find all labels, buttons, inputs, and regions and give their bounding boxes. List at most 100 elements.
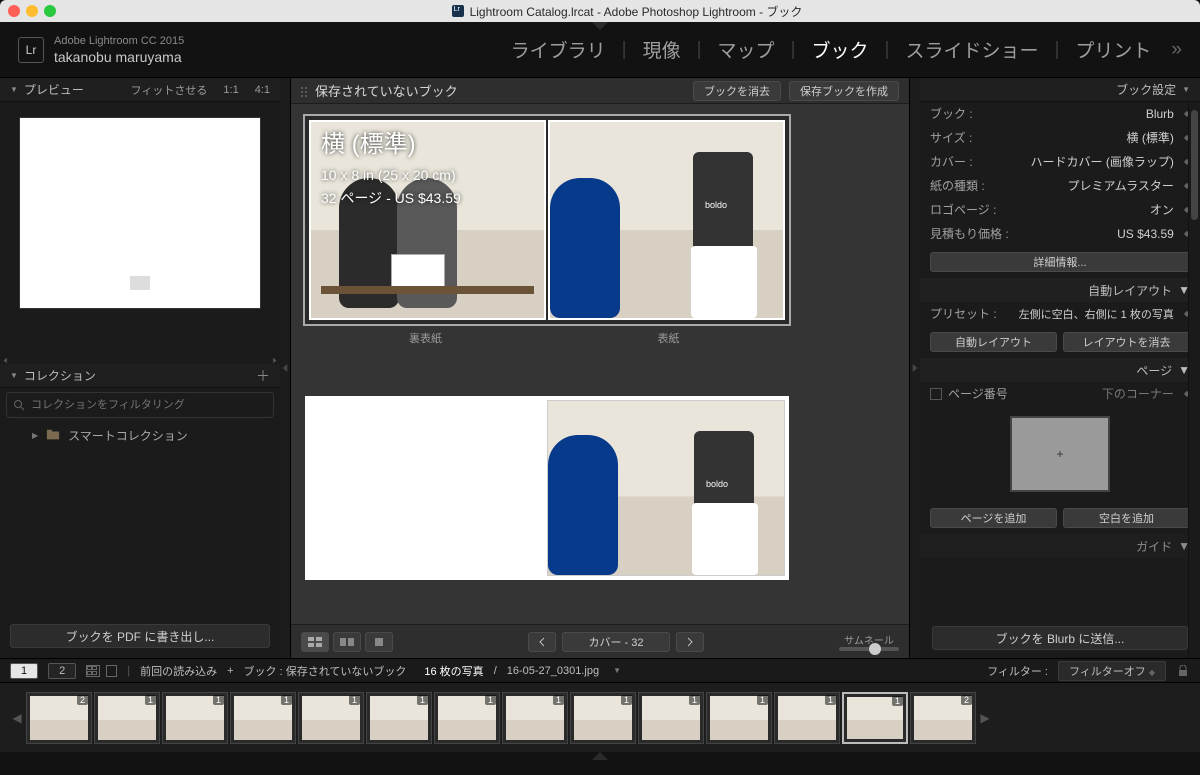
clear-book-button[interactable]: ブックを消去 (693, 81, 781, 101)
single-icon[interactable] (106, 665, 117, 677)
module-overflow-icon[interactable]: » (1171, 39, 1182, 61)
filmstrip-thumb[interactable]: 1 (774, 692, 840, 744)
filmstrip-thumb[interactable]: 1 (706, 692, 772, 744)
filter-dropdown[interactable]: フィルターオフ ◆ (1058, 661, 1166, 681)
bottom-panel-grip-icon[interactable] (0, 752, 1200, 762)
page-blank[interactable] (309, 400, 545, 576)
filmstrip-thumb[interactable]: 1 (570, 692, 636, 744)
filmstrip-prev[interactable]: ◀ (10, 693, 24, 743)
book-logo-dropdown[interactable]: ロゴページ :オン◆ (920, 198, 1200, 222)
right-panel: ブック設定 ▼ ブック :Blurb◆ サイズ :横 (標準)◆ カバー :ハー… (920, 78, 1200, 658)
page-number-row[interactable]: ページ番号 下のコーナー◆ (920, 382, 1200, 406)
details-button[interactable]: 詳細情報... (930, 252, 1190, 272)
lock-icon[interactable] (1176, 665, 1190, 677)
right-panel-grip[interactable] (910, 78, 920, 658)
filmstrip-thumb[interactable]: 1 (230, 692, 296, 744)
page-photo[interactable] (547, 400, 785, 576)
unsaved-book-label: 保存されていないブック (315, 81, 458, 100)
save-book-button[interactable]: 保存ブックを作成 (789, 81, 899, 101)
overlay-title: 横 (標準) (321, 126, 461, 164)
page-section-title: ページ (1136, 362, 1172, 379)
module-picker: ライブラリ | 現像 | マップ | ブック | スライドショー | プリント … (511, 36, 1182, 63)
cover-spread[interactable]: 横 (標準) 10 x 8 in (25 x 20 cm) 32 ページ - U… (305, 116, 789, 324)
filmstrip-thumb[interactable]: 1 (298, 692, 364, 744)
smart-collection-item[interactable]: ▶ スマートコレクション (0, 422, 280, 448)
add-blank-button[interactable]: 空白を追加 (1063, 508, 1190, 528)
module-book[interactable]: ブック (812, 36, 869, 63)
filmstrip-thumb[interactable]: 1 (94, 692, 160, 744)
book-paper-dropdown[interactable]: 紙の種類 :プレミアムラスター◆ (920, 174, 1200, 198)
view-mode-spread[interactable] (333, 632, 361, 652)
minimize-window-button[interactable] (26, 5, 38, 17)
pager-prev-button[interactable] (528, 632, 556, 652)
filmstrip-thumb[interactable]: 2 (26, 692, 92, 744)
module-library[interactable]: ライブラリ (511, 36, 606, 63)
right-panel-scrollbar[interactable] (1188, 102, 1200, 658)
secondary-window-1[interactable]: 1 (10, 663, 38, 679)
breadcrumb-book[interactable]: ブック : 保存されていないブック (244, 663, 407, 679)
search-icon (13, 399, 25, 411)
user-name-label: takanobu maruyama (54, 49, 184, 65)
filmstrip-next[interactable]: ▶ (978, 693, 992, 743)
triangle-down-icon[interactable]: ▼ (10, 85, 18, 94)
filmstrip-thumb[interactable]: 1 (502, 692, 568, 744)
chevron-down-icon[interactable]: ▼ (613, 666, 621, 675)
filmstrip-thumb[interactable]: 1 (366, 692, 432, 744)
cover-row-labels: 裏表紙 表紙 (305, 324, 789, 346)
filmstrip[interactable]: ◀ 21111111111112 ▶ (0, 682, 1200, 752)
lightroom-logo-icon: Lr (18, 37, 44, 63)
page-template-dropzone[interactable]: + (1010, 416, 1110, 492)
export-pdf-button[interactable]: ブックを PDF に書き出し... (10, 624, 270, 648)
filmstrip-thumb[interactable]: 1 (842, 692, 908, 744)
triangle-down-icon[interactable]: ▼ (10, 371, 18, 380)
secondary-window-2[interactable]: 2 (48, 663, 76, 679)
smart-collection-icon (46, 429, 60, 441)
auto-layout-preset-dropdown[interactable]: プリセット :左側に空白、右側に 1 枚の写真◆ (920, 302, 1200, 326)
triangle-right-icon: ▶ (32, 431, 38, 440)
view-mode-single[interactable] (365, 632, 393, 652)
add-collection-button[interactable]: ＋ (256, 366, 270, 386)
grip-icon (301, 86, 307, 96)
front-cover-card[interactable] (548, 120, 785, 320)
do-auto-layout-button[interactable]: 自動レイアウト (930, 332, 1057, 352)
grid-mode-icons[interactable] (86, 665, 117, 677)
zoom-window-button[interactable] (44, 5, 56, 17)
book-size-dropdown[interactable]: サイズ :横 (標準)◆ (920, 126, 1200, 150)
collection-search-input[interactable] (31, 399, 267, 411)
pager: カバー - 32 (528, 632, 704, 652)
module-develop[interactable]: 現像 (643, 36, 681, 63)
triangle-down-icon[interactable]: ▼ (1182, 85, 1190, 94)
page-number-checkbox[interactable] (930, 388, 942, 400)
breadcrumb-previous-import[interactable]: 前回の読み込み (140, 663, 217, 679)
top-panel-grip-icon[interactable] (592, 22, 608, 30)
ratio-4-1[interactable]: 4:1 (255, 84, 270, 96)
secondary-bar: 1 2 | 前回の読み込み + ブック : 保存されていないブック 16 枚の写… (0, 658, 1200, 682)
collection-panel-title: コレクション (24, 367, 96, 384)
book-service-dropdown[interactable]: ブック :Blurb◆ (920, 102, 1200, 126)
fit-option[interactable]: フィットさせる (131, 82, 208, 98)
book-cover-dropdown[interactable]: カバー :ハードカバー (画像ラップ)◆ (920, 150, 1200, 174)
left-panel-splitter[interactable] (0, 356, 280, 364)
left-panel-grip[interactable] (280, 78, 290, 658)
clear-layout-button[interactable]: レイアウトを消去 (1063, 332, 1190, 352)
add-page-button[interactable]: ページを追加 (930, 508, 1057, 528)
module-slideshow[interactable]: スライドショー (905, 36, 1038, 63)
ratio-1-1[interactable]: 1:1 (223, 84, 238, 96)
filmstrip-thumb[interactable]: 1 (638, 692, 704, 744)
grid-4-icon[interactable] (86, 665, 100, 677)
window-title-text: Lightroom Catalog.lrcat - Adobe Photosho… (470, 3, 803, 20)
view-mode-grid[interactable] (301, 632, 329, 652)
filmstrip-thumb[interactable]: 1 (162, 692, 228, 744)
spread-1[interactable] (305, 396, 789, 580)
close-window-button[interactable] (8, 5, 20, 17)
module-map[interactable]: マップ (718, 36, 775, 63)
module-print[interactable]: プリント (1075, 36, 1151, 63)
send-to-blurb-button[interactable]: ブックを Blurb に送信... (932, 626, 1188, 650)
filmstrip-thumb[interactable]: 1 (434, 692, 500, 744)
preview-area[interactable] (0, 102, 280, 356)
thumbnail-size-slider[interactable]: サムネール (839, 632, 899, 651)
collection-search[interactable] (6, 392, 274, 418)
smart-collection-label: スマートコレクション (68, 427, 188, 444)
filmstrip-thumb[interactable]: 2 (910, 692, 976, 744)
pager-next-button[interactable] (676, 632, 704, 652)
